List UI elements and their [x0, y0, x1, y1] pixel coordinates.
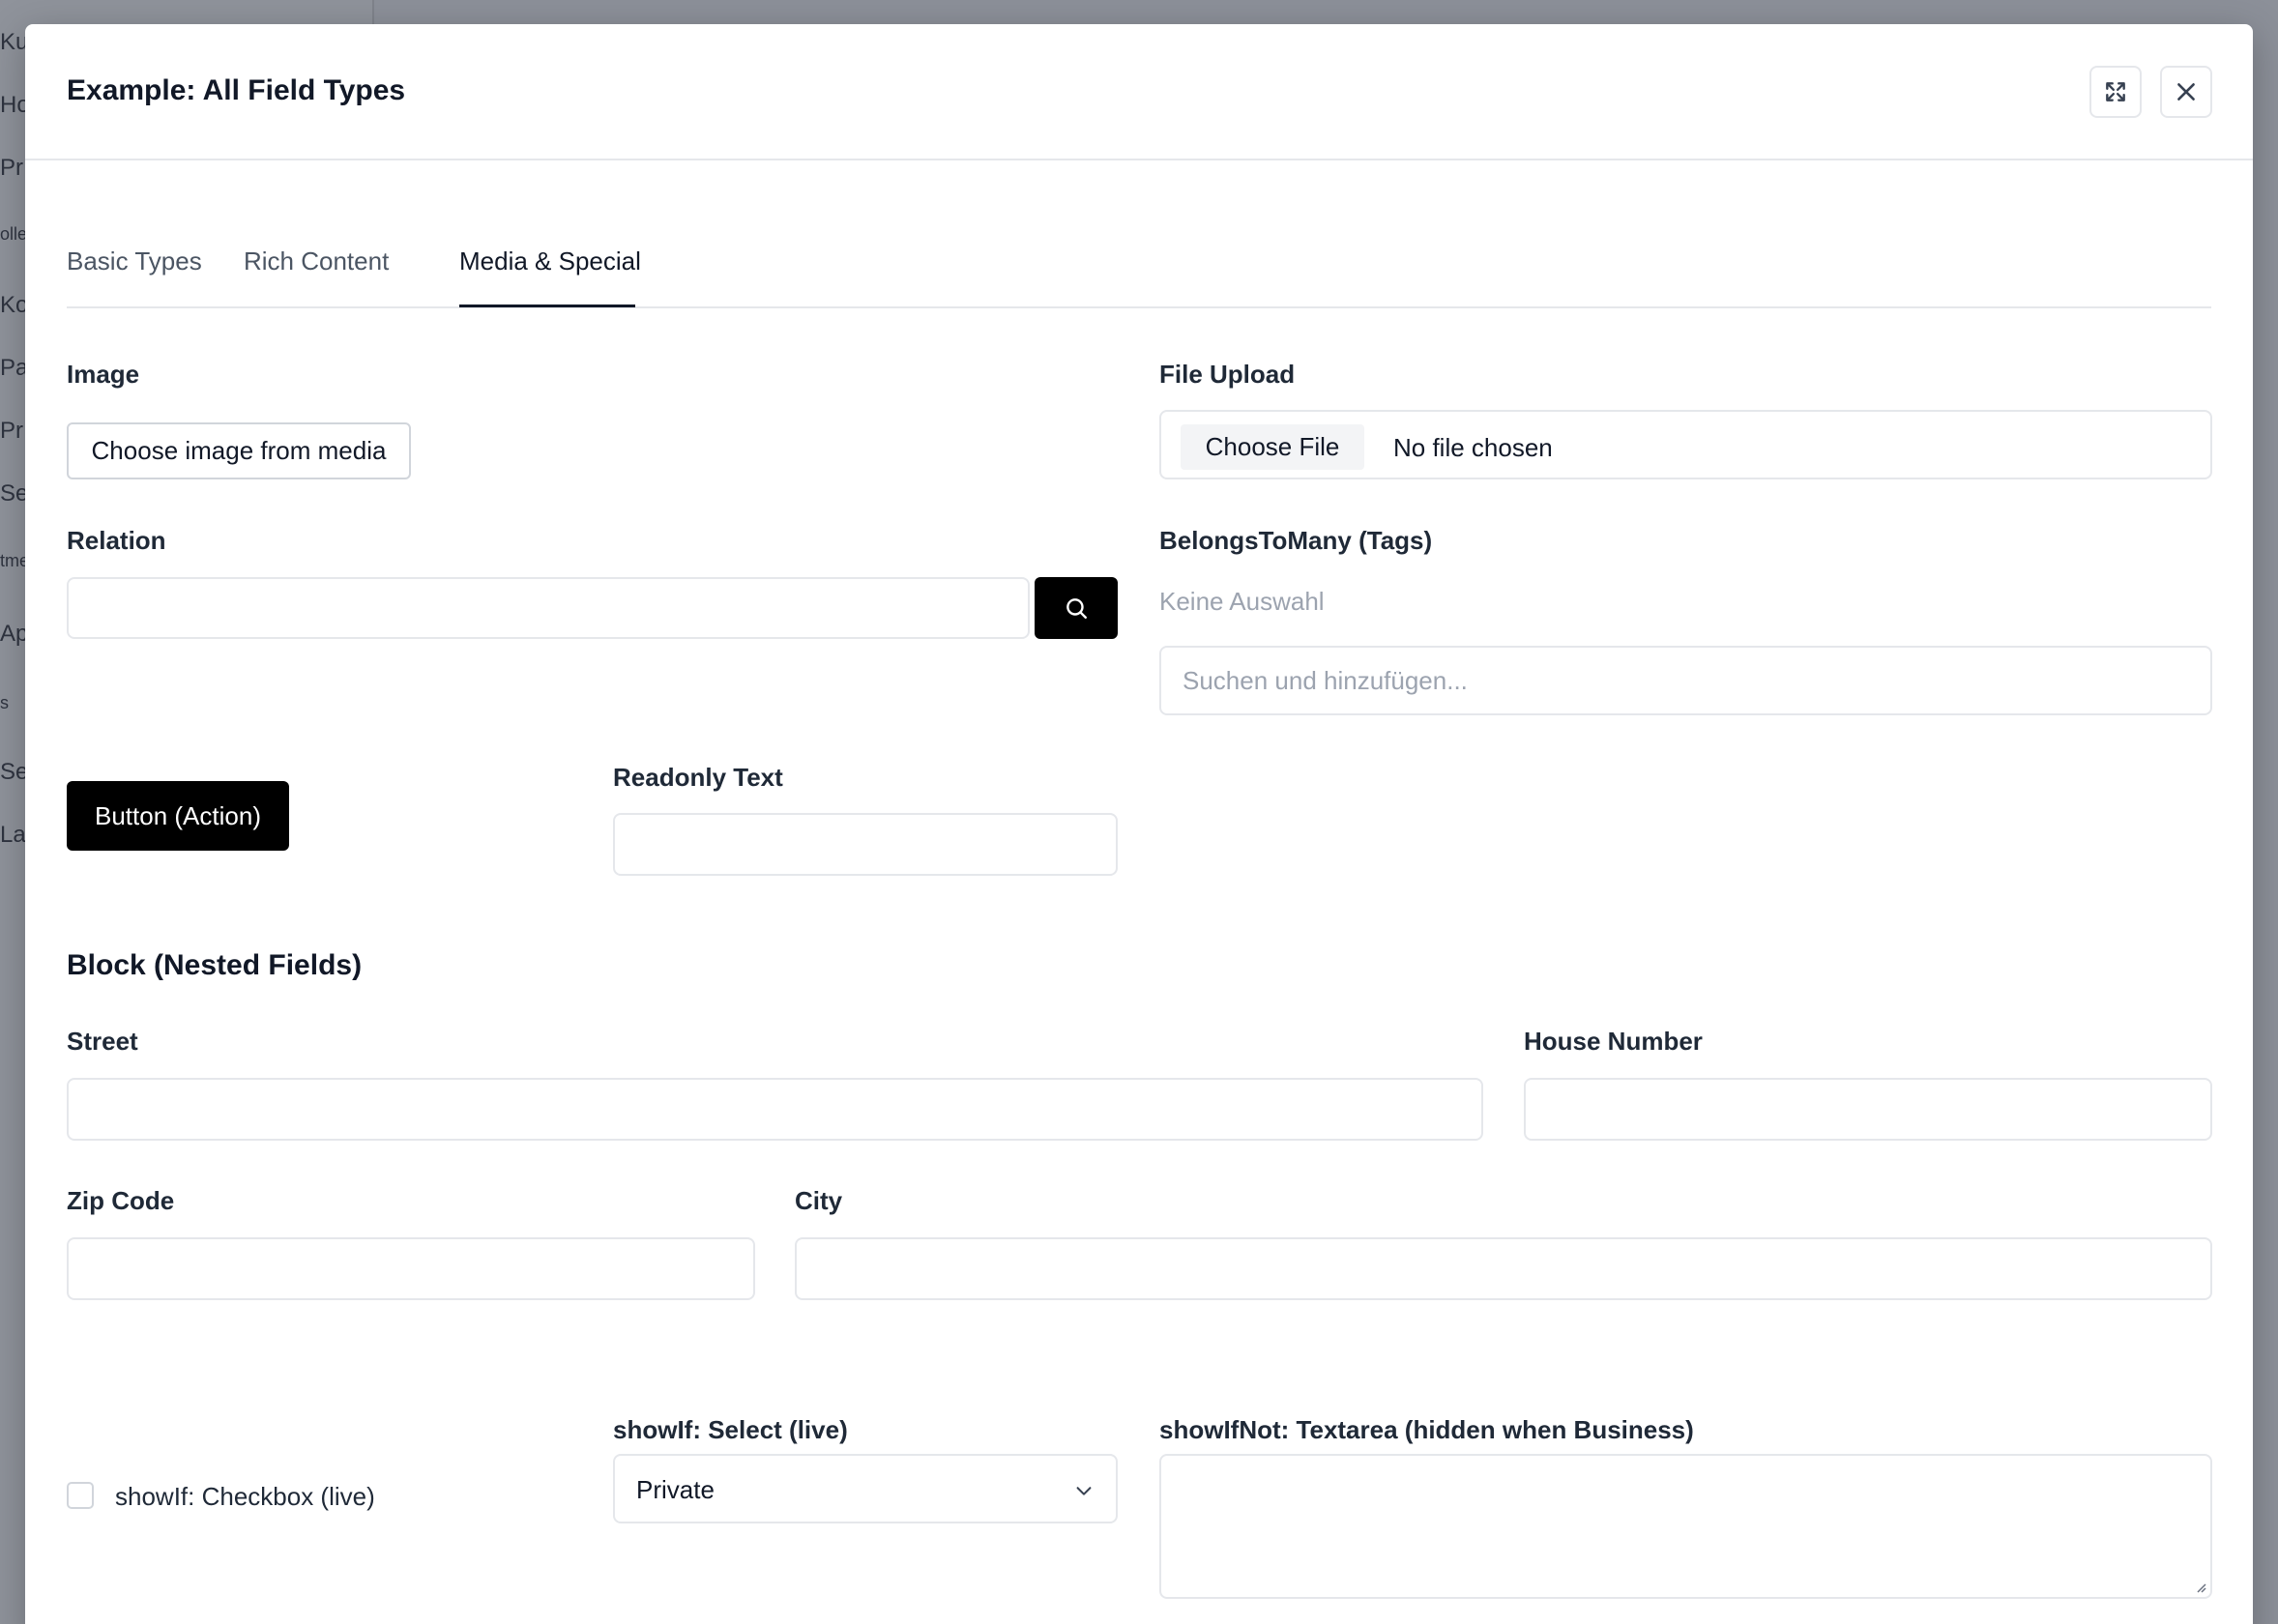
- background-sidebar-item: Se: [0, 759, 29, 785]
- showifnot-textarea[interactable]: [1159, 1454, 2212, 1599]
- zip-code-label: Zip Code: [67, 1186, 175, 1215]
- select-value: Private: [636, 1475, 715, 1504]
- close-button[interactable]: [2160, 66, 2212, 118]
- tab-rich-content[interactable]: Rich Content: [244, 246, 389, 276]
- city-label: City: [795, 1186, 843, 1215]
- choose-image-button[interactable]: Choose image from media: [67, 422, 411, 479]
- background-sidebar-item: Ko: [0, 292, 29, 318]
- background-sidebar-item: Ku: [0, 29, 29, 55]
- background-sidebar-item: Ap: [0, 621, 29, 647]
- house-number-label: House Number: [1524, 1027, 1703, 1056]
- readonly-label: Readonly Text: [613, 763, 783, 792]
- chevron-down-icon: [1076, 1487, 1092, 1495]
- showif-select[interactable]: Private: [613, 1454, 1118, 1523]
- street-input[interactable]: [67, 1078, 1483, 1141]
- showifnot-textarea-label: showIfNot: Textarea (hidden when Busines…: [1159, 1415, 1694, 1444]
- background-sidebar-item: Se: [0, 480, 29, 507]
- tags-label: BelongsToMany (Tags): [1159, 526, 1433, 555]
- city-input[interactable]: [795, 1237, 2212, 1300]
- modal-header: Example: All Field Types: [25, 24, 2253, 160]
- tags-empty-text: Keine Auswahl: [1159, 587, 1325, 616]
- expand-icon: [2106, 82, 2125, 102]
- relation-search-button[interactable]: [1035, 577, 1118, 639]
- file-upload-field: Choose File No file chosen: [1159, 410, 2212, 479]
- background-sidebar-item: Pa: [0, 355, 29, 381]
- action-button[interactable]: Button (Action): [67, 781, 289, 851]
- relation-input[interactable]: [67, 577, 1030, 639]
- choose-file-button[interactable]: Choose File: [1181, 424, 1364, 470]
- modal-title: Example: All Field Types: [67, 74, 406, 106]
- tab-media-special[interactable]: Media & Special: [459, 246, 641, 276]
- showif-checkbox[interactable]: [67, 1482, 94, 1509]
- modal-dialog: Example: All Field Types Basic Types Ric…: [25, 24, 2253, 1624]
- zip-code-input[interactable]: [67, 1237, 755, 1300]
- background-sidebar-item: Pr: [0, 155, 23, 181]
- active-tab-indicator: [459, 304, 635, 307]
- file-upload-label: File Upload: [1159, 360, 1296, 389]
- search-icon: [1066, 598, 1087, 619]
- close-icon: [2177, 83, 2195, 101]
- background-sidebar-item: La: [0, 822, 26, 848]
- showif-checkbox-label: showIf: Checkbox (live): [115, 1482, 375, 1511]
- resize-grip-icon[interactable]: [2193, 1580, 2206, 1593]
- background-sidebar-item: Pr: [0, 418, 23, 444]
- fullscreen-button[interactable]: [2089, 66, 2142, 118]
- house-number-input[interactable]: [1524, 1078, 2212, 1141]
- tab-basic-types[interactable]: Basic Types: [67, 246, 202, 276]
- background-sidebar-item: s: [0, 693, 9, 712]
- file-status: No file chosen: [1393, 433, 1553, 462]
- street-label: Street: [67, 1027, 138, 1056]
- block-title: Block (Nested Fields): [67, 949, 363, 981]
- image-label: Image: [67, 360, 140, 389]
- background-sidebar-item: olle: [0, 224, 28, 244]
- tab-bar: Basic Types Rich Content Media & Special: [67, 227, 2211, 308]
- readonly-input[interactable]: [613, 813, 1118, 876]
- relation-label: Relation: [67, 526, 166, 555]
- showif-select-label: showIf: Select (live): [613, 1415, 848, 1444]
- tags-search-input[interactable]: [1159, 646, 2212, 715]
